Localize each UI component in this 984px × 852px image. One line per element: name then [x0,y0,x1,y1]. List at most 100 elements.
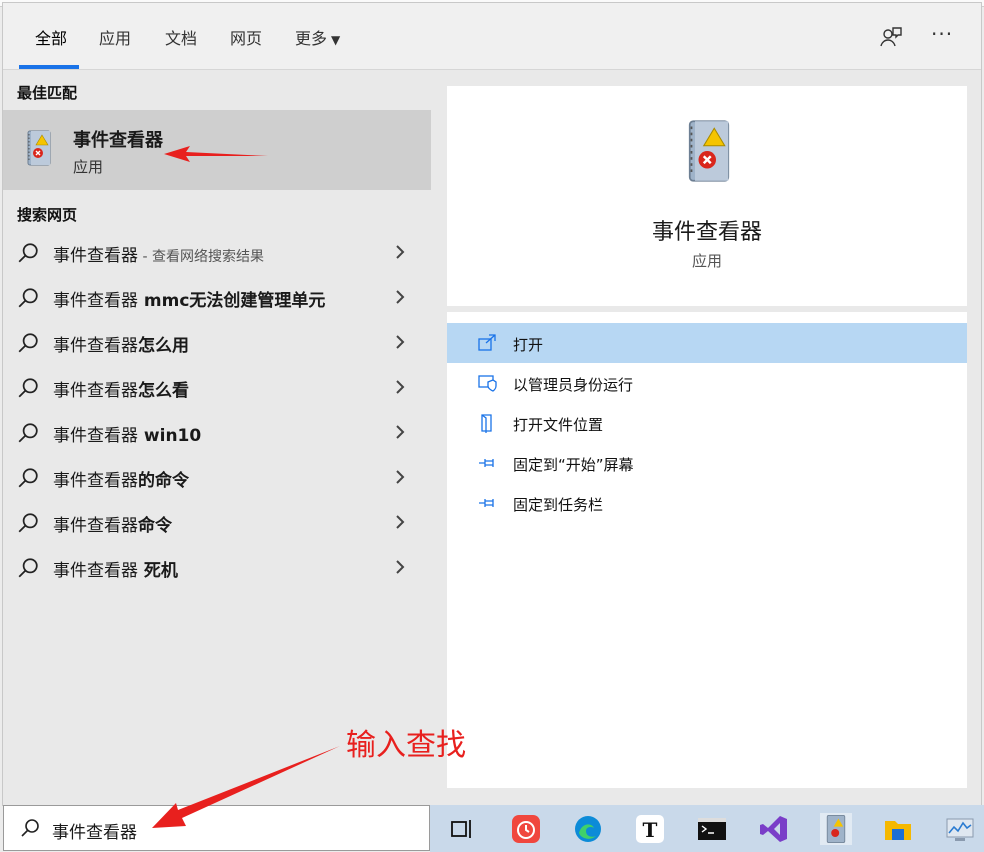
query-text: 事件查看器 [53,291,138,311]
caret-down-icon: ▼ [331,33,341,47]
tab-documents[interactable]: 文档 [165,25,197,49]
app-kind: 应用 [691,252,722,270]
chevron-right-icon[interactable] [393,287,407,307]
query-suggestion: 死机 [138,561,178,581]
web-search-item-label: 事件查看器 - 查看网络搜索结果 [53,241,264,266]
edge-icon[interactable] [572,813,604,845]
tab-web[interactable]: 网页 [230,25,262,49]
search-icon [18,558,38,578]
action-run-as-admin-label: 以管理员身份运行 [513,376,634,394]
pin-icon [479,459,494,467]
query-text: 事件查看器 [53,336,138,356]
web-search-item-label: 事件查看器 mmc无法创建管理单元 [53,286,325,311]
action-pin-to-taskbar[interactable]: 固定到任务栏 [447,483,967,523]
active-tab-indicator [19,65,79,69]
event-viewer-taskbar-icon[interactable] [820,813,852,845]
query-text: 事件查看器 [53,426,138,446]
calendar-app-icon[interactable] [510,813,542,845]
typora-icon[interactable]: T [634,813,666,845]
chevron-right-icon[interactable] [393,557,407,577]
search-icon [18,513,38,533]
search-icon [18,378,38,398]
chevron-right-icon[interactable] [393,422,407,442]
pin-icon [479,499,494,507]
query-suggestion: 命令 [138,516,172,536]
web-search-item[interactable]: 事件查看器的命令 [3,455,431,500]
query-hint: - 查看网络搜索结果 [138,249,264,265]
query-suggestion: win10 [138,426,202,446]
query-text: 事件查看器 [53,246,138,266]
chevron-right-icon[interactable] [393,377,407,397]
query-suggestion: 怎么看 [138,381,189,401]
chevron-right-icon[interactable] [393,242,407,262]
app-name: 事件查看器 [651,220,762,245]
open-icon [478,334,496,351]
web-search-item[interactable]: 事件查看器 mmc无法创建管理单元 [3,275,431,320]
query-text: 事件查看器 [53,516,138,536]
search-input[interactable]: 事件查看器 [3,805,430,851]
search-icon [18,468,38,488]
best-match-heading: 最佳匹配 [17,84,78,102]
action-pin-to-start-label: 固定到“开始”屏幕 [513,456,634,474]
detail-pane: 事件查看器 应用 打开 以管理员身份运行 打开文件位置 固定到“开始”屏幕 固定… [431,70,981,805]
chevron-right-icon[interactable] [393,467,407,487]
search-icon [18,288,38,308]
search-value: 事件查看器 [52,823,137,843]
search-icon [18,333,38,353]
search-icon [18,243,38,263]
file-explorer-icon[interactable] [882,813,914,845]
web-search-item[interactable]: 事件查看器 win10 [3,410,431,455]
best-match-subtitle: 应用 [73,158,104,176]
action-open-file-location[interactable]: 打开文件位置 [447,403,967,443]
web-search-item[interactable]: 事件查看器 死机 [3,545,431,590]
web-search-item-label: 事件查看器 死机 [53,556,178,581]
results-list: 最佳匹配 事件查看器 应用 搜索网页 事件查看器 - 查看网络搜索结果 事件查看器… [3,70,431,805]
visual-studio-icon[interactable] [758,813,790,845]
performance-monitor-icon[interactable] [944,813,976,845]
web-search-item-label: 事件查看器怎么用 [53,331,189,356]
event-viewer-icon [27,130,51,166]
web-search-item-label: 事件查看器的命令 [53,466,189,491]
query-suggestion: mmc无法创建管理单元 [138,291,326,311]
action-list: 打开 以管理员身份运行 打开文件位置 固定到“开始”屏幕 固定到任务栏 [447,312,967,788]
terminal-icon[interactable] [696,813,728,845]
web-search-item-label: 事件查看器命令 [53,511,172,536]
chevron-right-icon[interactable] [393,332,407,352]
web-search-item[interactable]: 事件查看器怎么用 [3,320,431,365]
query-suggestion: 的命令 [138,471,189,491]
web-search-item[interactable]: 事件查看器 - 查看网络搜索结果 [3,230,431,275]
tab-all[interactable]: 全部 [35,25,67,49]
query-suggestion: 怎么用 [138,336,189,356]
action-run-as-admin[interactable]: 以管理员身份运行 [447,363,967,403]
query-text: 事件查看器 [53,381,138,401]
event-viewer-large-icon [688,120,730,182]
best-match-title: 事件查看器 [73,130,163,151]
action-open[interactable]: 打开 [447,323,967,363]
web-search-item-label: 事件查看器 win10 [53,421,201,446]
action-pin-to-taskbar-label: 固定到任务栏 [513,496,604,514]
action-open-label: 打开 [513,336,544,354]
web-search-item[interactable]: 事件查看器命令 [3,500,431,545]
chevron-right-icon[interactable] [393,512,407,532]
action-pin-to-start[interactable]: 固定到“开始”屏幕 [447,443,967,483]
tab-bar: 全部 应用 文档 网页 更多 ▼ ··· [3,3,981,70]
search-icon [18,423,38,443]
web-search-item-label: 事件查看器怎么看 [53,376,189,401]
web-search-heading: 搜索网页 [17,206,78,224]
file-location-icon [481,414,492,433]
task-view-icon[interactable] [446,813,478,845]
search-icon [21,819,39,837]
query-text: 事件查看器 [53,561,138,581]
tab-more[interactable]: 更多 ▼ [295,25,340,49]
app-detail-card: 事件查看器 应用 [447,86,967,306]
web-search-item[interactable]: 事件查看器怎么看 [3,365,431,410]
feedback-icon[interactable] [879,25,903,49]
annotation-label: 输入查找 [346,728,466,763]
shield-icon [478,375,497,392]
tab-more-label: 更多 [295,29,328,48]
more-options-icon[interactable]: ··· [931,24,955,49]
tab-apps[interactable]: 应用 [99,25,131,49]
query-text: 事件查看器 [53,471,138,491]
best-match-item[interactable]: 事件查看器 应用 [3,110,431,190]
svg-text:T: T [643,818,658,842]
